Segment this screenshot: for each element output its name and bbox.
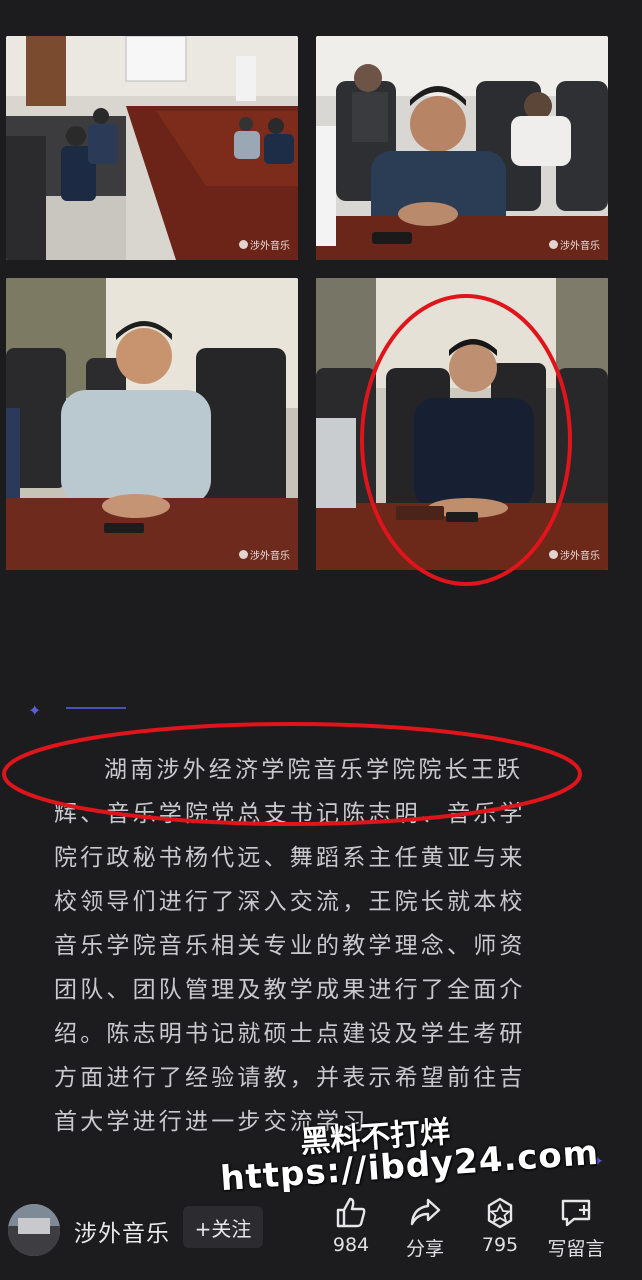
share-icon [410,1198,441,1226]
man-seated-image [6,278,298,570]
account-avatar-image [8,1204,60,1256]
account-name[interactable]: 涉外音乐 [74,1214,170,1248]
like-button[interactable]: 984 [311,1196,391,1256]
comment-label: 写留言 [547,1238,605,1260]
wechat-icon [549,550,558,559]
comment-icon [561,1199,591,1227]
thumbs-up-icon [336,1197,366,1228]
meeting-room-image [6,36,298,260]
recommend-icon [487,1197,513,1229]
comment-button[interactable]: 写留言 [536,1196,616,1261]
photo-man-light-shirt[interactable]: 涉外音乐 [6,278,298,570]
man-seated-image [316,36,608,260]
follow-button[interactable]: +关注 [183,1206,263,1248]
man-seated-image [316,278,608,570]
photo-watermark: 涉外音乐 [549,237,600,252]
bottom-action-bar: 涉外音乐 +关注 984 分享 795 写留言 [0,1192,642,1280]
close-button[interactable] [4,0,40,16]
recommend-count: 795 [481,1234,519,1256]
article-paragraph: 湖南涉外经济学院音乐学院院长王跃辉、音乐学院党总支书记陈志明、音乐学院行政秘书杨… [54,757,526,1135]
close-icon [4,0,40,16]
photo-man-dark-shirt[interactable]: 涉外音乐 [316,36,608,260]
wechat-icon [239,550,248,559]
share-label: 分享 [405,1238,444,1260]
avatar[interactable] [8,1204,60,1256]
photo-watermark: 涉外音乐 [239,547,290,562]
photo-meeting-room-wide[interactable]: 涉外音乐 [6,36,298,260]
share-button[interactable]: 分享 [385,1196,465,1261]
like-count: 984 [332,1234,370,1256]
sparkle-icon: ✦ [28,701,42,720]
photo-watermark: 涉外音乐 [239,237,290,252]
recommend-button[interactable]: 795 [460,1196,540,1256]
wechat-icon [239,240,248,249]
photo-watermark: 涉外音乐 [549,547,600,562]
divider-line [66,707,126,709]
wechat-icon [549,240,558,249]
photo-man-highlighted[interactable]: 涉外音乐 [316,278,608,570]
